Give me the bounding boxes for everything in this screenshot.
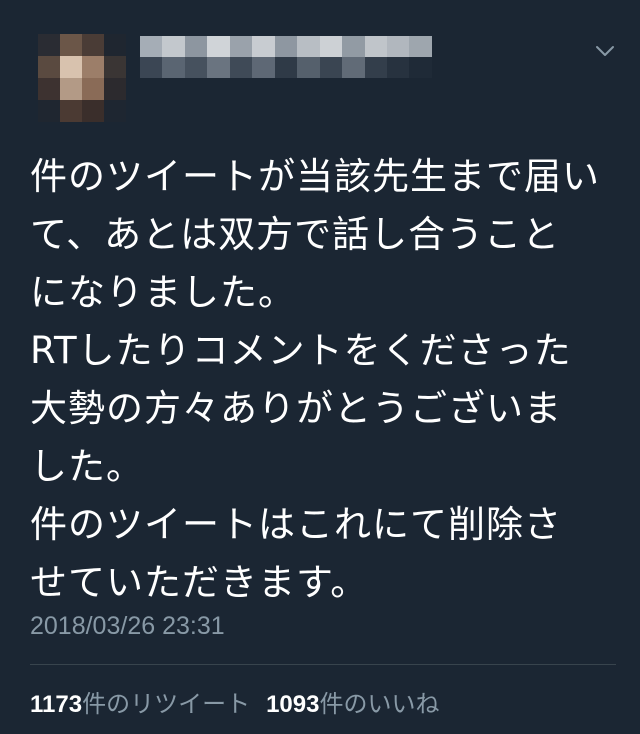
- tweet-text-line: 件のツイートが当該先生まで届い: [30, 155, 600, 198]
- retweets-stat[interactable]: 1173件のリツイート: [30, 690, 250, 718]
- divider: [30, 664, 616, 665]
- tweet-text-line: RTしたりコメントをくださった: [30, 329, 572, 372]
- tweet-stats: 1173件のリツイート 1093件のいいね: [30, 684, 455, 719]
- tweet-card: 件のツイートが当該先生まで届い て、あとは双方で話し合うこと になりました。 R…: [0, 0, 640, 734]
- tweet-text-line: になりました。: [30, 271, 296, 314]
- retweets-count: 1173: [30, 691, 83, 718]
- likes-count: 1093: [266, 691, 320, 718]
- tweet-text-line: 件のツイートはこれにて削除さ: [30, 503, 562, 546]
- tweet-text-line: せていただきます。: [30, 561, 369, 604]
- tweet-text-line: 大勢の方々ありがとうございま: [30, 387, 562, 430]
- avatar[interactable]: [38, 34, 126, 122]
- tweet-timestamp[interactable]: 2018/03/26 23:31: [30, 612, 225, 641]
- likes-stat[interactable]: 1093件のいいね: [266, 690, 439, 718]
- user-name-blurred[interactable]: [140, 36, 432, 78]
- tweet-text-line: て、あとは双方で話し合うこと: [30, 213, 561, 256]
- likes-label: 件のいいね: [319, 690, 440, 718]
- chevron-down-icon[interactable]: [594, 40, 616, 62]
- retweets-label: 件のリツイート: [82, 690, 251, 718]
- tweet-text-line: した。: [30, 445, 144, 488]
- tweet-text: 件のツイートが当該先生まで届い て、あとは双方で話し合うこと になりました。 R…: [30, 148, 620, 612]
